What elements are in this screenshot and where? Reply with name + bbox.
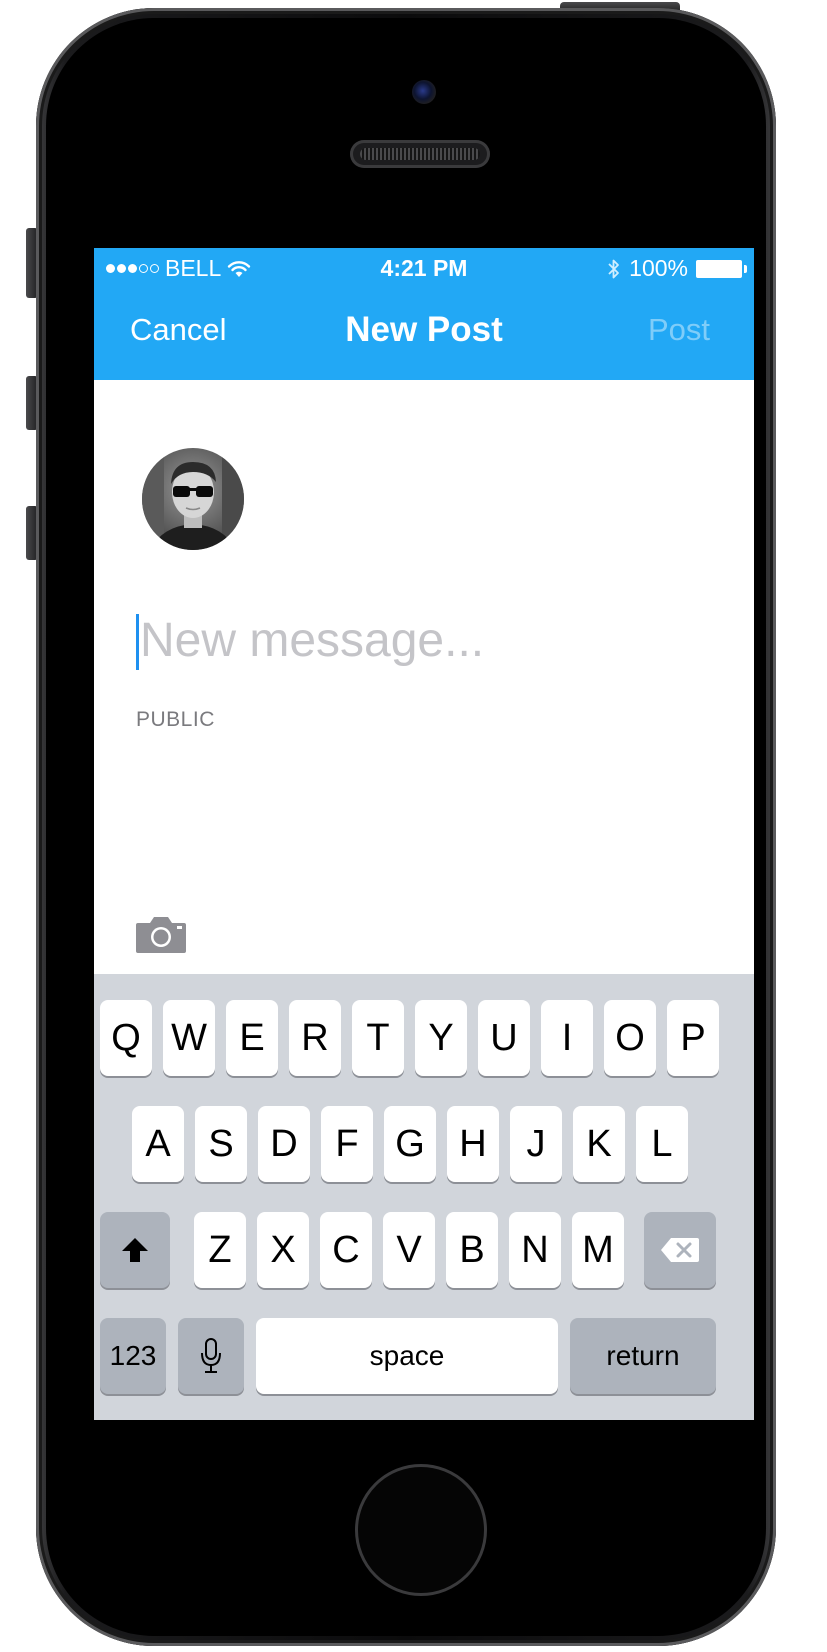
- status-bar: BELL 4:21 PM 100%: [94, 248, 754, 288]
- device-mockup: BELL 4:21 PM 100% Cancel New Post Post N…: [0, 0, 827, 1652]
- camera-icon[interactable]: [134, 914, 188, 954]
- key-k[interactable]: K: [573, 1106, 625, 1182]
- key-o[interactable]: O: [604, 1000, 656, 1076]
- post-button[interactable]: Post: [648, 312, 710, 348]
- key-h[interactable]: H: [447, 1106, 499, 1182]
- backspace-icon: [661, 1238, 699, 1262]
- key-z[interactable]: Z: [194, 1212, 246, 1288]
- screen: BELL 4:21 PM 100% Cancel New Post Post N…: [94, 248, 754, 1420]
- key-v[interactable]: V: [383, 1212, 435, 1288]
- keyboard: 123 space return QWERTYUIOP ASDFGHJKL ZXCV…: [94, 974, 754, 1420]
- return-key[interactable]: return: [570, 1318, 716, 1394]
- key-l[interactable]: L: [636, 1106, 688, 1182]
- avatar: [142, 448, 244, 550]
- key-a[interactable]: A: [132, 1106, 184, 1182]
- backspace-key[interactable]: [644, 1212, 716, 1288]
- key-u[interactable]: U: [478, 1000, 530, 1076]
- status-right: 100%: [607, 255, 747, 282]
- space-key[interactable]: space: [256, 1318, 558, 1394]
- dictation-key[interactable]: [178, 1318, 244, 1394]
- message-input[interactable]: [140, 608, 710, 672]
- front-camera: [412, 80, 436, 104]
- text-caret: [136, 614, 139, 670]
- navigation-bar: Cancel New Post Post: [94, 288, 754, 380]
- key-s[interactable]: S: [195, 1106, 247, 1182]
- key-t[interactable]: T: [352, 1000, 404, 1076]
- key-f[interactable]: F: [321, 1106, 373, 1182]
- key-i[interactable]: I: [541, 1000, 593, 1076]
- numbers-key[interactable]: 123: [100, 1318, 166, 1394]
- audience-label[interactable]: PUBLIC: [136, 708, 215, 732]
- key-d[interactable]: D: [258, 1106, 310, 1182]
- shift-icon: [122, 1238, 148, 1262]
- bluetooth-icon: [608, 259, 620, 278]
- key-x[interactable]: X: [257, 1212, 309, 1288]
- key-g[interactable]: G: [384, 1106, 436, 1182]
- avatar-photo: [142, 448, 244, 550]
- shift-key[interactable]: [100, 1212, 170, 1288]
- key-b[interactable]: B: [446, 1212, 498, 1288]
- battery-percentage: 100%: [629, 255, 688, 281]
- key-w[interactable]: W: [163, 1000, 215, 1076]
- key-c[interactable]: C: [320, 1212, 372, 1288]
- key-p[interactable]: P: [667, 1000, 719, 1076]
- earpiece-speaker: [350, 140, 490, 168]
- key-j[interactable]: J: [510, 1106, 562, 1182]
- home-button[interactable]: [355, 1464, 487, 1596]
- key-m[interactable]: M: [572, 1212, 624, 1288]
- microphone-icon: [201, 1338, 221, 1373]
- battery-icon: [696, 259, 747, 278]
- key-q[interactable]: Q: [100, 1000, 152, 1076]
- key-r[interactable]: R: [289, 1000, 341, 1076]
- key-y[interactable]: Y: [415, 1000, 467, 1076]
- key-e[interactable]: E: [226, 1000, 278, 1076]
- message-area: [136, 608, 716, 672]
- cancel-button[interactable]: Cancel: [130, 312, 227, 348]
- key-n[interactable]: N: [509, 1212, 561, 1288]
